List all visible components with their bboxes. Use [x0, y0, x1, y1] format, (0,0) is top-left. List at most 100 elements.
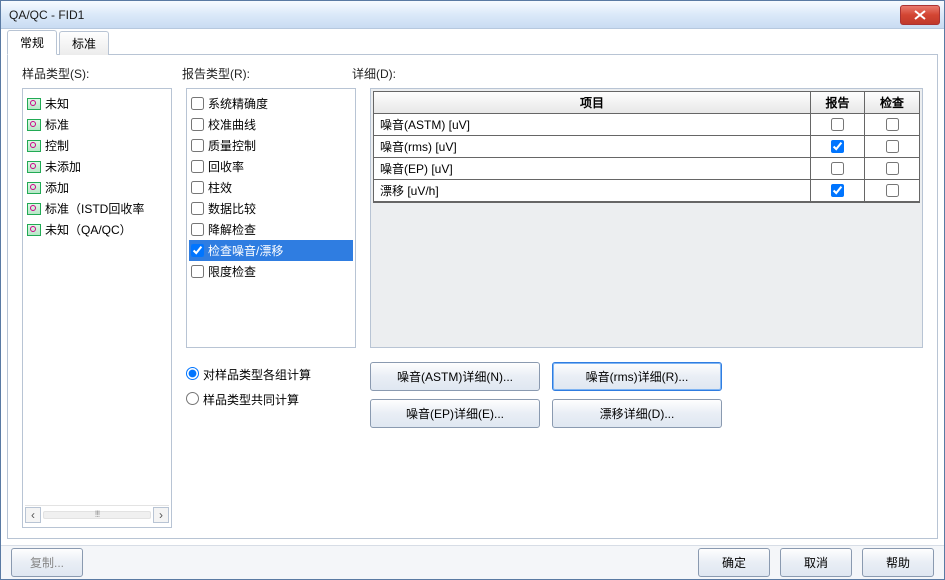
check-checkbox[interactable]	[886, 140, 899, 153]
client-area: 常规 标准 样品类型(S): 报告类型(R): 详细(D): 未知标准控制未添加…	[1, 29, 944, 545]
sample-type-item[interactable]: 标准（ISTD回收率	[25, 198, 169, 219]
report-type-item[interactable]: 质量控制	[189, 135, 353, 156]
scroll-track[interactable]	[43, 511, 151, 519]
sample-type-item[interactable]: 未知（QA/QC）	[25, 219, 169, 240]
detail-button-row-2: 噪音(EP)详细(E)... 漂移详细(D)...	[370, 399, 923, 428]
report-type-item[interactable]: 检查噪音/漂移	[189, 240, 353, 261]
radio-per-sample-input[interactable]	[186, 367, 199, 380]
grid-cell-item: 漂移 [uV/h]	[374, 180, 811, 202]
report-type-checkbox[interactable]	[191, 202, 204, 215]
ok-button[interactable]: 确定	[698, 548, 770, 577]
tab-standard[interactable]: 标准	[59, 31, 109, 55]
grid-cell-check[interactable]	[865, 136, 919, 158]
report-type-checkbox[interactable]	[191, 160, 204, 173]
sample-type-item[interactable]: 未添加	[25, 156, 169, 177]
report-type-item[interactable]: 柱效	[189, 177, 353, 198]
cube-icon	[27, 203, 41, 215]
sample-type-item[interactable]: 标准	[25, 114, 169, 135]
titlebar: QA/QC - FID1	[1, 1, 944, 29]
cube-icon	[27, 98, 41, 110]
sample-type-label: 添加	[45, 179, 69, 196]
window: QA/QC - FID1 常规 标准 样品类型(S): 报告类型(R): 详细(…	[0, 0, 945, 580]
sample-type-item[interactable]: 控制	[25, 135, 169, 156]
report-type-item[interactable]: 回收率	[189, 156, 353, 177]
report-type-checkbox[interactable]	[191, 265, 204, 278]
sample-type-item[interactable]: 添加	[25, 177, 169, 198]
grid-row[interactable]: 漂移 [uV/h]	[374, 180, 919, 202]
report-type-item[interactable]: 数据比较	[189, 198, 353, 219]
check-checkbox[interactable]	[886, 118, 899, 131]
grid-cell-check[interactable]	[865, 114, 919, 136]
check-checkbox[interactable]	[886, 184, 899, 197]
grid-header-item: 项目	[374, 92, 811, 114]
copy-button[interactable]: 复制...	[11, 548, 83, 577]
sample-type-label: 未知	[45, 95, 69, 112]
grid-cell-check[interactable]	[865, 180, 919, 202]
grid-header-report: 报告	[811, 92, 865, 114]
radio-shared-label: 样品类型共同计算	[203, 391, 299, 408]
sample-scrollbar: ‹ ›	[25, 505, 169, 523]
check-checkbox[interactable]	[886, 162, 899, 175]
report-checkbox[interactable]	[831, 118, 844, 131]
noise-astm-detail-button[interactable]: 噪音(ASTM)详细(N)...	[370, 362, 540, 391]
report-type-item[interactable]: 校准曲线	[189, 114, 353, 135]
report-type-list[interactable]: 系统精确度校准曲线质量控制回收率柱效数据比较降解检查检查噪音/漂移限度检查	[186, 88, 356, 348]
report-type-label: 校准曲线	[208, 116, 256, 133]
sample-type-item[interactable]: 未知	[25, 93, 169, 114]
report-type-checkbox[interactable]	[191, 181, 204, 194]
cancel-button[interactable]: 取消	[780, 548, 852, 577]
scroll-right-button[interactable]: ›	[153, 507, 169, 523]
grid-cell-item: 噪音(EP) [uV]	[374, 158, 811, 180]
report-type-label: 检查噪音/漂移	[208, 242, 283, 259]
grid-cell-check[interactable]	[865, 158, 919, 180]
report-type-checkbox[interactable]	[191, 118, 204, 131]
detail-grid[interactable]: 项目报告检查噪音(ASTM) [uV]噪音(rms) [uV]噪音(EP) [u…	[373, 91, 920, 203]
sample-type-label: 标准	[45, 116, 69, 133]
radio-per-sample[interactable]: 对样品类型各组计算	[186, 362, 356, 387]
close-button[interactable]	[900, 5, 940, 25]
drift-detail-button[interactable]: 漂移详细(D)...	[552, 399, 722, 428]
report-type-checkbox[interactable]	[191, 97, 204, 110]
report-checkbox[interactable]	[831, 162, 844, 175]
report-checkbox[interactable]	[831, 184, 844, 197]
label-report-type: 报告类型(R):	[182, 65, 352, 82]
sample-type-label: 未添加	[45, 158, 81, 175]
right-column: 项目报告检查噪音(ASTM) [uV]噪音(rms) [uV]噪音(EP) [u…	[370, 88, 923, 528]
grid-cell-report[interactable]	[811, 158, 865, 180]
sample-type-label: 标准（ISTD回收率	[45, 200, 144, 217]
cube-icon	[27, 119, 41, 131]
report-type-checkbox[interactable]	[191, 244, 204, 257]
help-button[interactable]: 帮助	[862, 548, 934, 577]
radio-shared[interactable]: 样品类型共同计算	[186, 387, 356, 412]
report-type-checkbox[interactable]	[191, 223, 204, 236]
noise-rms-detail-button[interactable]: 噪音(rms)详细(R)...	[552, 362, 722, 391]
grid-cell-report[interactable]	[811, 180, 865, 202]
column-headers: 样品类型(S): 报告类型(R): 详细(D):	[22, 65, 923, 82]
label-sample-type: 样品类型(S):	[22, 65, 182, 82]
report-checkbox[interactable]	[831, 140, 844, 153]
grid-row[interactable]: 噪音(EP) [uV]	[374, 158, 919, 180]
scroll-left-button[interactable]: ‹	[25, 507, 41, 523]
radio-shared-input[interactable]	[186, 392, 199, 405]
window-title: QA/QC - FID1	[9, 8, 84, 22]
bottom-right: 确定 取消 帮助	[698, 548, 934, 577]
grid-cell-report[interactable]	[811, 136, 865, 158]
sample-type-label: 未知（QA/QC）	[45, 221, 132, 238]
report-type-label: 系统精确度	[208, 95, 268, 112]
grid-cell-report[interactable]	[811, 114, 865, 136]
sample-type-label: 控制	[45, 137, 69, 154]
sample-type-panel: 未知标准控制未添加添加标准（ISTD回收率未知（QA/QC） ‹ ›	[22, 88, 172, 528]
report-type-item[interactable]: 系统精确度	[189, 93, 353, 114]
report-type-checkbox[interactable]	[191, 139, 204, 152]
body-row: 未知标准控制未添加添加标准（ISTD回收率未知（QA/QC） ‹ › 系统精确度…	[22, 88, 923, 528]
bottom-bar: 复制... 确定 取消 帮助	[1, 545, 944, 579]
detail-button-row-1: 噪音(ASTM)详细(N)... 噪音(rms)详细(R)...	[370, 362, 923, 391]
grid-row[interactable]: 噪音(ASTM) [uV]	[374, 114, 919, 136]
report-type-item[interactable]: 降解检查	[189, 219, 353, 240]
sample-type-list[interactable]: 未知标准控制未添加添加标准（ISTD回收率未知（QA/QC）	[25, 93, 169, 505]
grid-row[interactable]: 噪音(rms) [uV]	[374, 136, 919, 158]
cube-icon	[27, 182, 41, 194]
noise-ep-detail-button[interactable]: 噪音(EP)详细(E)...	[370, 399, 540, 428]
report-type-item[interactable]: 限度检查	[189, 261, 353, 282]
tab-general[interactable]: 常规	[7, 30, 57, 55]
